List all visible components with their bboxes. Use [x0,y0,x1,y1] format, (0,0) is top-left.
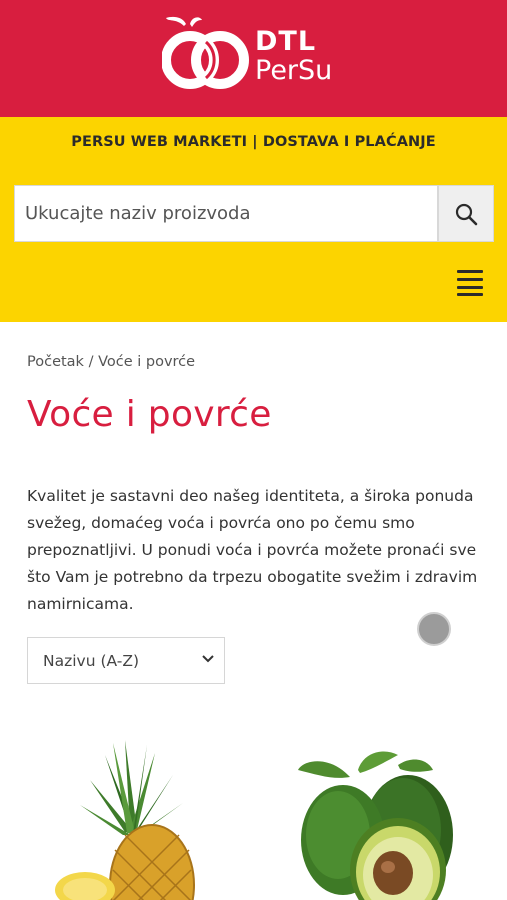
sort-select[interactable]: Nazivu (A-Z) [27,637,225,684]
logo-text: DTL PerSu [255,28,332,84]
logo-link[interactable]: DTL PerSu [162,16,352,96]
category-description: Kvalitet je sastavni deo našeg identitet… [27,487,478,613]
logo-line-1: DTL [255,26,317,57]
logo-line-2: PerSu [255,55,333,86]
product-image-pineapple[interactable] [55,735,205,900]
search-input[interactable] [14,185,438,242]
page: DTL PerSu PERSU WEB MARKETI | DOSTAVA I … [0,0,507,900]
search-icon [455,203,478,225]
logo-mark-icon [162,16,249,89]
web-markets-delivery-link[interactable]: PERSU WEB MARKETI | DOSTAVA I PLAĆANJE [0,134,507,150]
breadcrumb: Početak / Voće i povrće [27,354,195,370]
hamburger-menu-icon[interactable] [457,270,485,296]
chevron-down-icon [202,655,214,663]
scroll-indicator[interactable] [417,612,451,646]
search-button[interactable] [438,185,494,242]
breadcrumb-separator: / [83,354,99,370]
page-title: Voće i povrće [27,394,272,435]
product-image-avocado[interactable] [288,745,468,900]
breadcrumb-home-link[interactable]: Početak [27,354,84,370]
breadcrumb-current: Voće i povrće [98,354,196,370]
sort-selected-value: Nazivu (A-Z) [43,652,140,670]
site-header: DTL PerSu [0,0,507,117]
